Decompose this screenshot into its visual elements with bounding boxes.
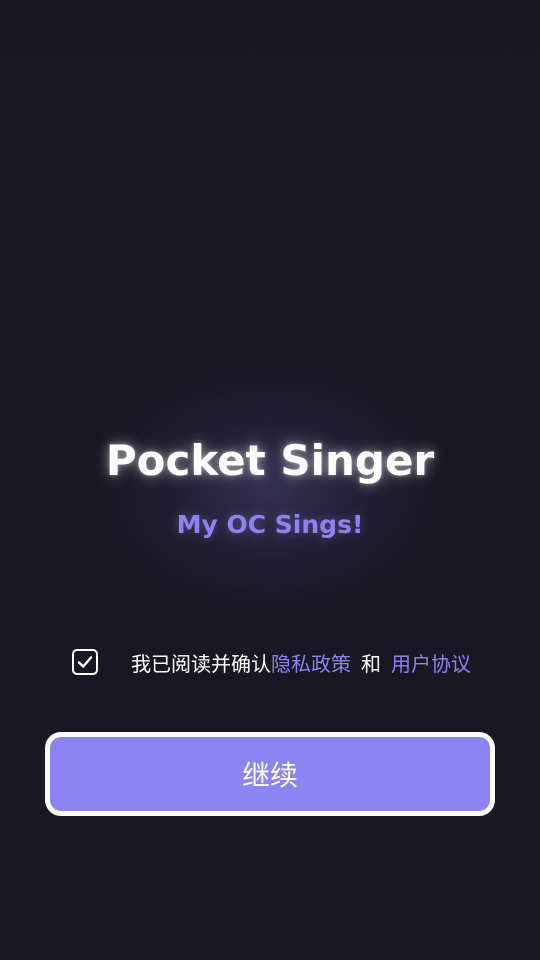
agreement-row: 我已阅读并确认隐私政策和用户协议	[72, 645, 471, 679]
check-icon	[77, 656, 93, 668]
app-title: Pocket Singer	[105, 436, 435, 485]
agreement-text: 我已阅读并确认隐私政策和用户协议	[131, 648, 471, 677]
title-glow	[90, 360, 450, 620]
continue-button[interactable]: 继续	[45, 732, 495, 816]
app-subtitle: My OC Sings!	[176, 510, 364, 539]
privacy-policy-link[interactable]: 隐私政策	[271, 652, 351, 676]
agreement-prefix: 我已阅读并确认	[131, 651, 271, 676]
user-agreement-link[interactable]: 用户协议	[391, 652, 471, 676]
agreement-checkbox[interactable]	[72, 649, 98, 675]
agreement-conjunction: 和	[361, 651, 381, 676]
